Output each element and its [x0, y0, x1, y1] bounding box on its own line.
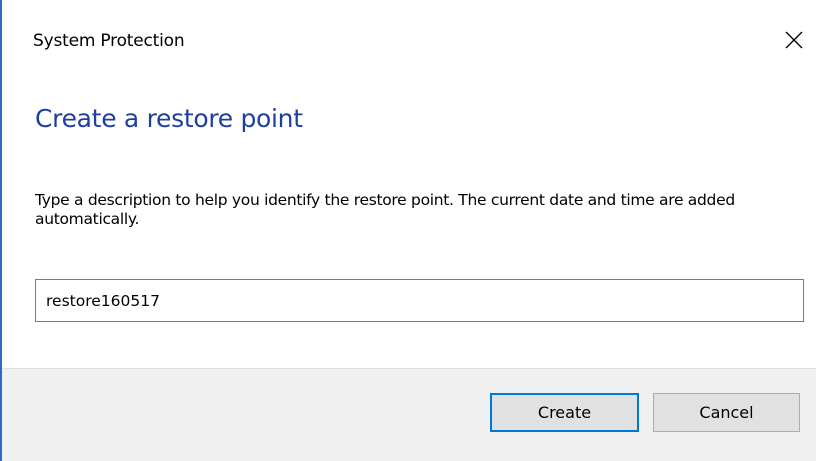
window-title: System Protection [33, 31, 185, 51]
dialog-footer: Create Cancel [2, 368, 816, 461]
create-button[interactable]: Create [490, 393, 639, 432]
system-protection-dialog: System Protection Create a restore point… [0, 0, 816, 461]
close-button[interactable] [772, 18, 816, 62]
cancel-button[interactable]: Cancel [653, 393, 800, 432]
page-heading: Create a restore point [35, 104, 303, 133]
title-bar[interactable]: System Protection [2, 0, 816, 88]
restore-point-description-input[interactable] [35, 279, 804, 322]
instructions-text: Type a description to help you identify … [35, 191, 735, 228]
close-icon [785, 31, 803, 49]
